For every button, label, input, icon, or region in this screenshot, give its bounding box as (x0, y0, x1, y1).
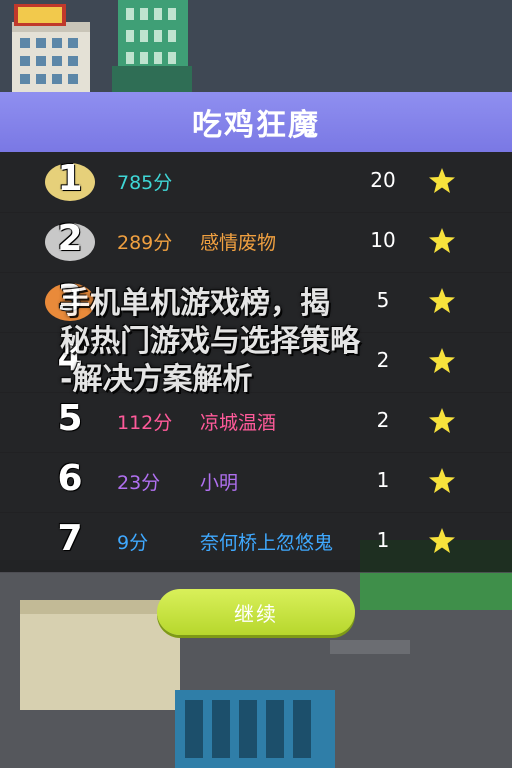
player-score: 289分 (117, 232, 173, 254)
kill-count: 2 (376, 348, 390, 372)
player-name: 小明 (200, 472, 239, 494)
leaderboard-row: 6 23分 小明 1 (0, 452, 512, 513)
rank-number: 4 (57, 338, 83, 379)
player-score: 9分 (117, 532, 149, 554)
kill-count: 1 (376, 528, 390, 552)
rank-number: 5 (57, 398, 83, 439)
player-score: 785分 (117, 172, 173, 194)
leaderboard-title: 吃鸡狂魔 (0, 92, 512, 152)
leaderboard-row: 1 785分 20 (0, 152, 512, 213)
player-name: 感情废物 (200, 232, 277, 254)
leaderboard-row: 5 112分 凉城温酒 2 (0, 392, 512, 453)
star-icon (429, 468, 455, 493)
star-icon (429, 528, 455, 553)
star-icon (429, 348, 455, 373)
kill-count: 10 (370, 228, 396, 252)
rank-number: 2 (57, 218, 83, 259)
rank-number: 3 (57, 278, 83, 319)
rank-number: 1 (57, 158, 83, 199)
kill-count: 20 (370, 168, 396, 192)
player-name: 奈何桥上忽悠鬼 (200, 532, 334, 554)
star-icon (429, 408, 455, 433)
player-name: 凉城温酒 (200, 412, 277, 434)
player-score: 23分 (117, 472, 161, 494)
leaderboard: 1 785分 20 2 289分 感情废物 10 3 5 4 2 5 112分 凉城温酒 2 6 23分 小明 1 7… (0, 152, 512, 573)
leaderboard-row: 42 (0, 332, 512, 393)
leaderboard-row: 35 (0, 272, 512, 333)
leaderboard-row: 2 289分 感情废物 10 (0, 212, 512, 273)
kill-count: 1 (376, 468, 390, 492)
continue-button[interactable]: 继续 (157, 589, 355, 635)
star-icon (429, 288, 455, 313)
rank-number: 6 (57, 458, 83, 499)
kill-count: 2 (376, 408, 390, 432)
leaderboard-row: 7 9分 奈何桥上忽悠鬼 1 (0, 512, 512, 573)
star-icon (429, 228, 455, 253)
rank-number: 7 (57, 518, 83, 559)
player-score: 112分 (117, 412, 173, 434)
star-icon (429, 168, 455, 193)
kill-count: 5 (376, 288, 390, 312)
